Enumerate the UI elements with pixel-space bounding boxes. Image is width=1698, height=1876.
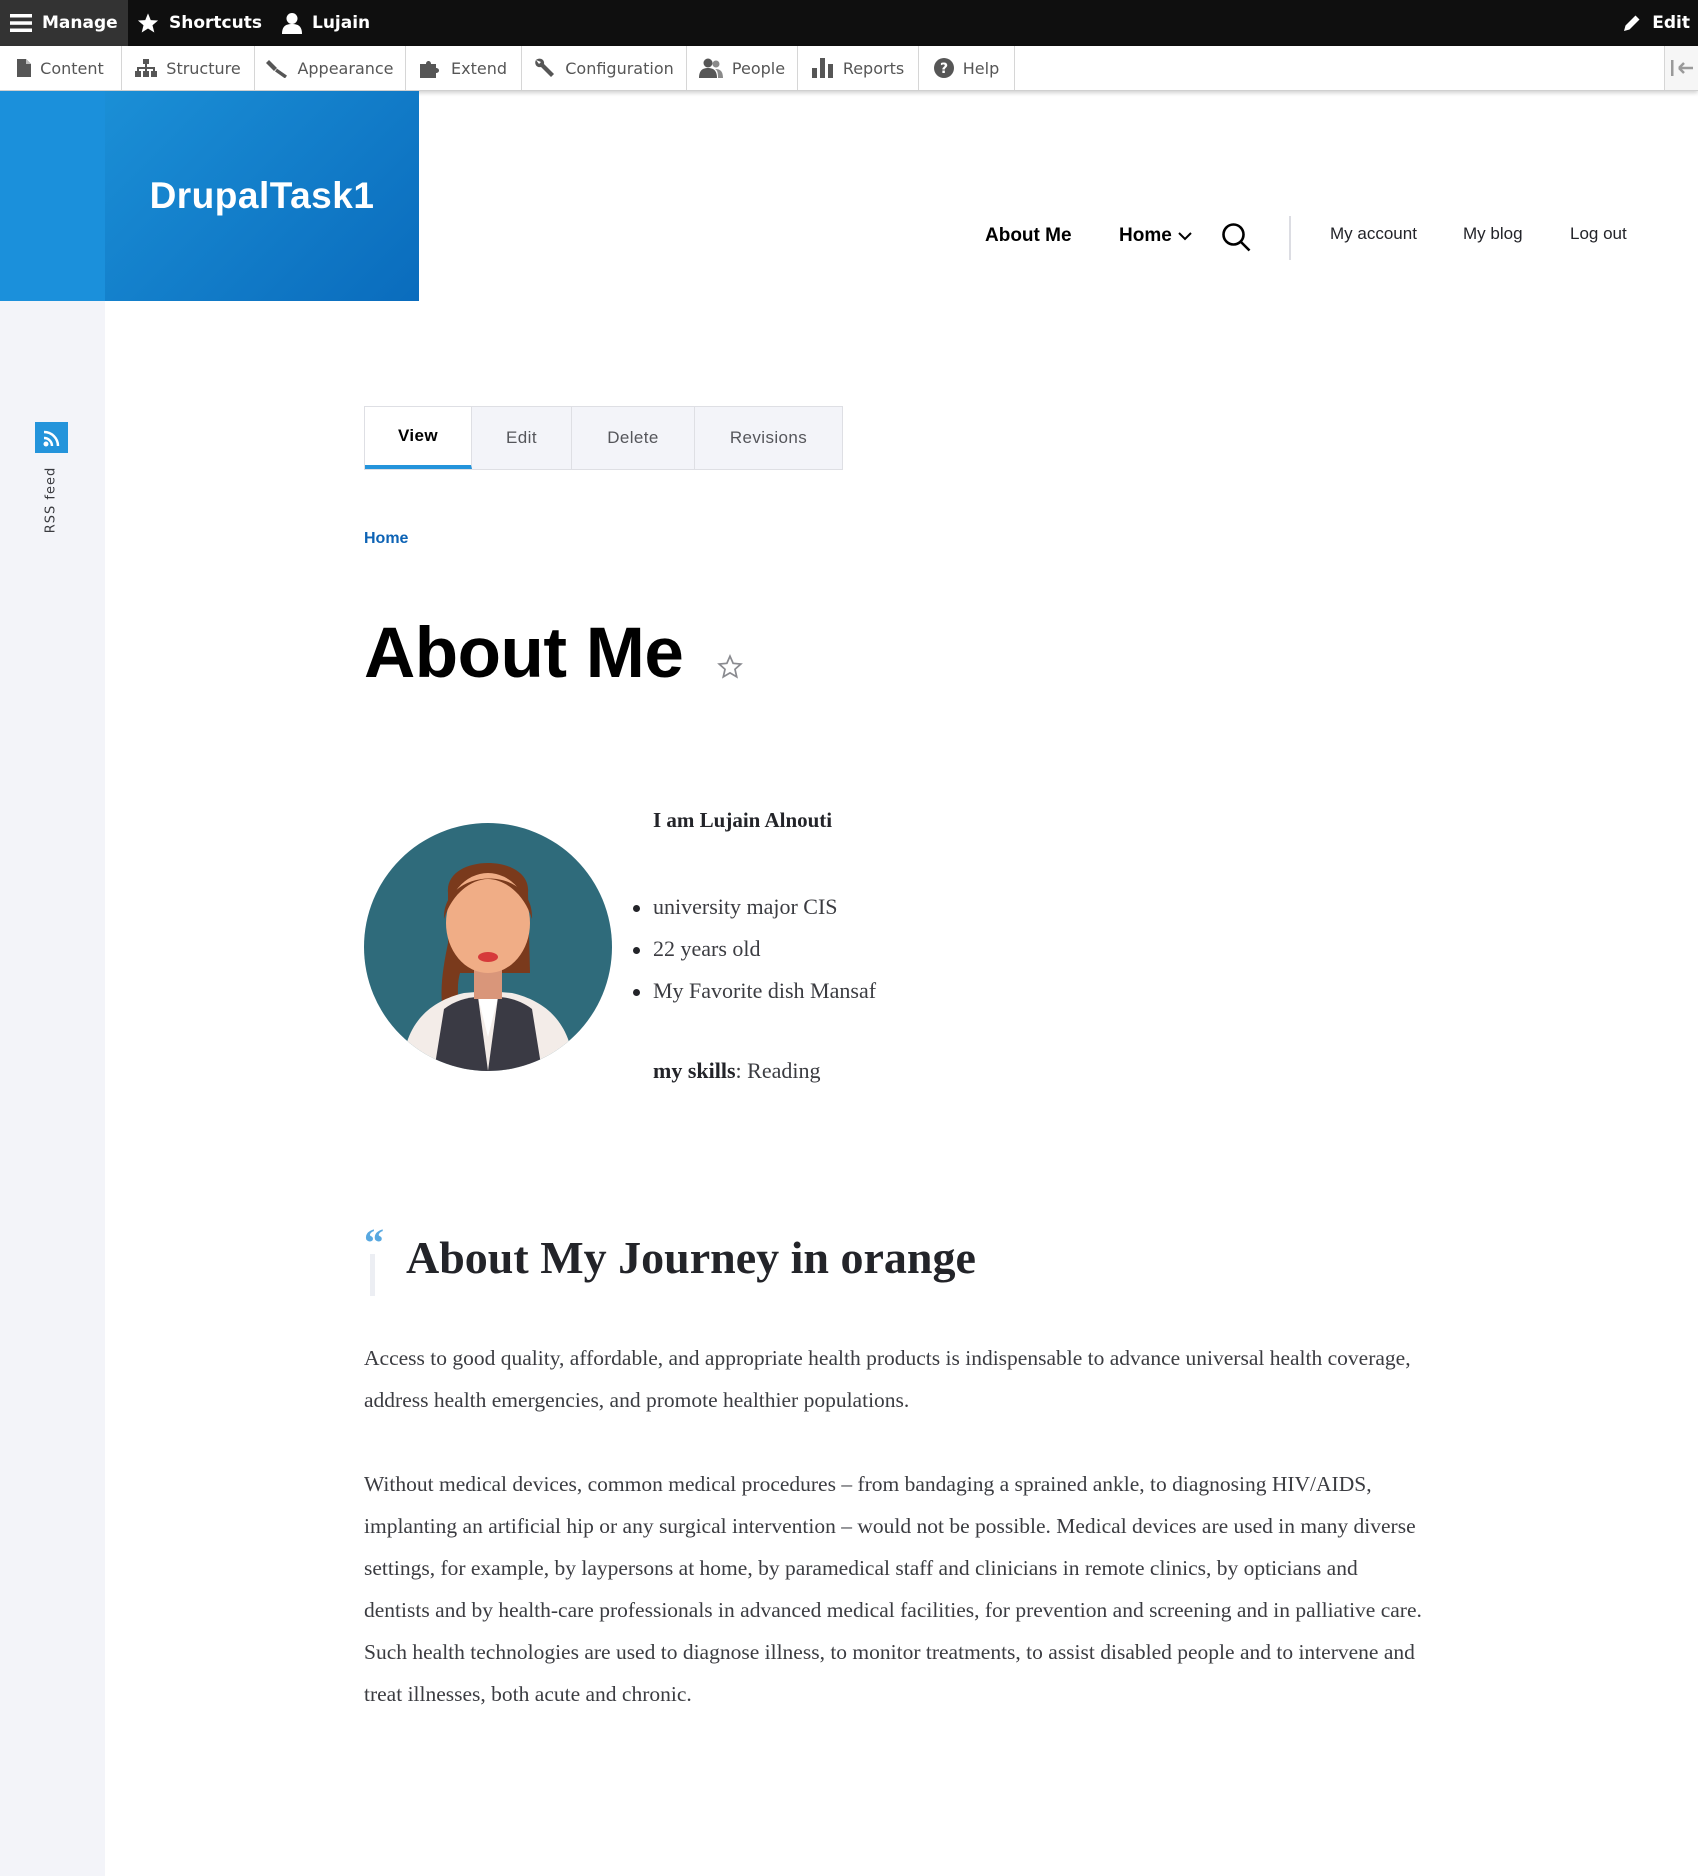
tray-orientation-toggle[interactable]: [1664, 46, 1698, 90]
hamburger-icon: [10, 14, 32, 32]
skills-value: : Reading: [735, 1058, 821, 1083]
sitemap-icon: [135, 59, 158, 77]
rss-feed-link[interactable]: RSS feed: [44, 467, 59, 534]
shortcuts-label: Shortcuts: [169, 13, 262, 33]
admin-menu-appearance[interactable]: Appearance: [255, 46, 406, 90]
rss-feed-icon[interactable]: [35, 422, 68, 453]
admin-menu-label: Content: [40, 58, 104, 78]
admin-menu-label: Extend: [451, 58, 507, 78]
edit-mode-button[interactable]: Edit: [1622, 0, 1690, 46]
star-outline-icon[interactable]: [717, 654, 743, 680]
page-title: About Me: [364, 614, 684, 693]
admin-menu-label: Structure: [166, 58, 241, 78]
left-rail: [0, 91, 105, 1876]
admin-menu-help[interactable]: ? Help: [919, 46, 1015, 90]
admin-menu-tray: Content Structure Appearance Extend Conf…: [0, 46, 1698, 91]
admin-menu-extend[interactable]: Extend: [406, 46, 522, 90]
user-button[interactable]: Lujain: [282, 0, 370, 46]
admin-menu-structure[interactable]: Structure: [122, 46, 255, 90]
manage-button[interactable]: Manage: [0, 0, 128, 46]
admin-menu-people[interactable]: People: [687, 46, 798, 90]
paintbrush-icon: [266, 60, 288, 78]
file-icon: [17, 59, 32, 77]
admin-menu-label: Help: [962, 58, 1000, 78]
profile-skills: my skills: Reading: [653, 1058, 820, 1084]
tab-delete[interactable]: Delete: [572, 407, 695, 469]
skills-label: my skills: [653, 1058, 736, 1083]
nav-my-account[interactable]: My account: [1330, 224, 1417, 244]
tab-revisions[interactable]: Revisions: [695, 407, 842, 469]
site-name[interactable]: DrupalTask1: [150, 175, 375, 217]
list-item: My Favorite dish Mansaf: [632, 970, 876, 1012]
pencil-icon: [1624, 15, 1640, 31]
collapse-arrow-icon: [1670, 60, 1693, 76]
nav-home-label: Home: [1119, 225, 1172, 246]
nav-home[interactable]: Home: [1119, 220, 1192, 252]
admin-toolbar: Manage Shortcuts Lujain Edit: [0, 0, 1698, 46]
admin-menu-reports[interactable]: Reports: [798, 46, 919, 90]
avatar-image: [364, 823, 612, 1071]
chevron-down-icon[interactable]: [1178, 231, 1192, 241]
list-item: 22 years old: [632, 928, 876, 970]
shortcuts-button[interactable]: Shortcuts: [137, 0, 262, 46]
admin-menu-configuration[interactable]: Configuration: [522, 46, 687, 90]
list-item: university major CIS: [632, 886, 876, 928]
nav-divider: [1289, 216, 1291, 260]
profile-intro: I am Lujain Alnouti: [653, 808, 833, 832]
tab-edit[interactable]: Edit: [472, 407, 572, 469]
nav-log-out[interactable]: Log out: [1570, 224, 1627, 244]
admin-menu-content[interactable]: Content: [0, 46, 122, 90]
site-branding[interactable]: DrupalTask1: [105, 91, 419, 301]
local-tasks-tabs: View Edit Delete Revisions: [364, 406, 843, 470]
puzzle-icon: [420, 61, 439, 78]
breadcrumb-home[interactable]: Home: [364, 530, 408, 548]
nav-my-blog[interactable]: My blog: [1463, 224, 1523, 244]
profile-facts-list: university major CIS 22 years old My Fav…: [632, 886, 876, 1012]
manage-label: Manage: [42, 13, 118, 33]
edit-mode-label: Edit: [1652, 13, 1690, 33]
journey-paragraph-2: Without medical devices, common medical …: [364, 1472, 1422, 1706]
wrench-icon: [535, 58, 555, 77]
tab-view[interactable]: View: [365, 407, 472, 469]
user-label: Lujain: [312, 13, 371, 33]
nav-about-me[interactable]: About Me: [985, 220, 1072, 252]
journey-heading: About My Journey in orange: [406, 1232, 976, 1283]
rail-brand-strip: [0, 91, 105, 301]
bar-chart-icon: [811, 58, 833, 78]
admin-menu-label: Appearance: [297, 58, 394, 78]
journey-paragraph-1: Access to good quality, affordable, and …: [364, 1346, 1411, 1412]
star-icon: [137, 13, 159, 33]
svg-text:?: ?: [940, 61, 948, 77]
admin-menu-label: People: [731, 58, 786, 78]
search-icon[interactable]: [1221, 222, 1251, 252]
admin-menu-label: Reports: [842, 58, 905, 78]
user-icon: [282, 13, 302, 34]
people-icon: [698, 58, 723, 78]
admin-menu-label: Configuration: [565, 58, 674, 78]
help-icon: ?: [933, 58, 954, 78]
quote-mark-icon: “: [364, 1228, 384, 1296]
